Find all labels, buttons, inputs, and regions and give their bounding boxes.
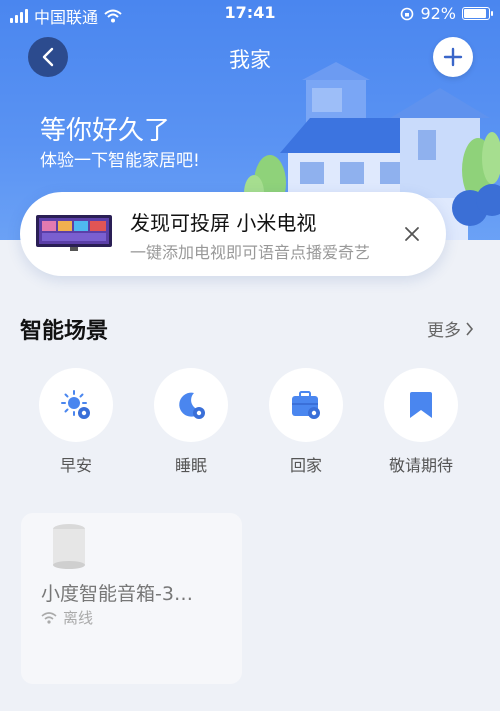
scene-sleep[interactable]: 睡眠 <box>151 368 231 476</box>
device-status: 离线 <box>41 607 93 628</box>
moon-gear-icon <box>179 392 205 419</box>
tv-promo-card[interactable]: 发现可投屏 小米电视 一键添加电视即可语音点播爱奇艺 <box>20 192 446 276</box>
promo-subtitle: 一键添加电视即可语音点播爱奇艺 <box>130 243 371 262</box>
more-scenes-link[interactable]: 更多 <box>427 316 474 341</box>
scene-morning[interactable]: 早安 <box>36 368 116 476</box>
scene-label: 早安 <box>59 456 92 475</box>
scene-coming-soon[interactable]: 敬请期待 <box>381 368 461 476</box>
tv-thumbnail-icon <box>36 215 112 251</box>
battery-percent: 92% <box>420 4 456 23</box>
battery-icon <box>462 7 493 20</box>
smart-speaker-icon <box>53 524 85 569</box>
page-title: 我家 <box>229 48 271 72</box>
scene-label: 回家 <box>289 456 322 475</box>
add-device-button[interactable] <box>433 37 473 77</box>
sun-gear-icon <box>61 390 90 419</box>
rotation-lock-icon <box>401 7 414 20</box>
status-bar: 中国联通 17:41 92% <box>0 0 500 28</box>
close-icon[interactable] <box>402 224 422 244</box>
scene-label: 睡眠 <box>174 456 207 475</box>
promo-title: 发现可投屏 小米电视 <box>130 211 317 235</box>
scene-home[interactable]: 回家 <box>266 368 346 476</box>
scene-label: 敬请期待 <box>388 456 453 475</box>
greeting-title: 等你好久了 <box>40 116 171 146</box>
bookmark-icon <box>410 392 432 418</box>
device-status-label: 离线 <box>63 609 94 627</box>
greeting-subtitle: 体验一下智能家居吧! <box>40 151 200 171</box>
briefcase-gear-icon <box>292 391 320 419</box>
plus-icon <box>443 47 463 67</box>
device-card[interactable]: 小度智能音箱-3… 离线 <box>21 513 242 684</box>
device-name: 小度智能音箱-3… <box>41 583 193 605</box>
more-label: 更多 <box>427 321 461 341</box>
scenes-section-title: 智能场景 <box>20 319 109 344</box>
chevron-right-icon <box>466 321 474 336</box>
wifi-icon <box>41 611 57 624</box>
